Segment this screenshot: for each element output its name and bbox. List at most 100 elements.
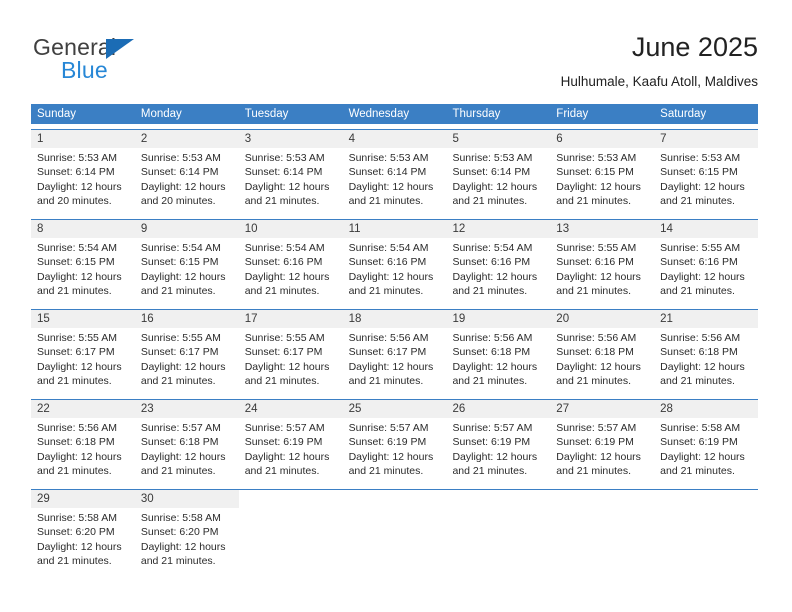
day-cell[interactable]: 25 Sunrise: 5:57 AM Sunset: 6:19 PM Dayl… bbox=[342, 400, 447, 484]
day-cell[interactable]: 7 Sunrise: 5:53 AM Sunset: 6:15 PM Dayli… bbox=[654, 130, 759, 214]
day-details: Sunrise: 5:53 AM Sunset: 6:15 PM Dayligh… bbox=[654, 148, 758, 208]
day-number bbox=[446, 490, 550, 508]
day-details: Sunrise: 5:57 AM Sunset: 6:19 PM Dayligh… bbox=[239, 418, 343, 478]
sunrise-text: Sunrise: 5:55 AM bbox=[660, 242, 741, 254]
day-number: 7 bbox=[654, 130, 759, 148]
sunrise-text: Sunrise: 5:55 AM bbox=[140, 332, 221, 344]
sunrise-text: Sunrise: 5:57 AM bbox=[140, 422, 221, 434]
daylight-text-line1: Daylight: 12 hours bbox=[348, 270, 434, 283]
day-details: Sunrise: 5:58 AM Sunset: 6:20 PM Dayligh… bbox=[135, 508, 239, 568]
day-cell[interactable]: 11 Sunrise: 5:54 AM Sunset: 6:16 PM Dayl… bbox=[342, 220, 447, 304]
sunset-text: Sunset: 6:15 PM bbox=[556, 166, 634, 179]
day-cell[interactable]: 6 Sunrise: 5:53 AM Sunset: 6:15 PM Dayli… bbox=[550, 130, 655, 214]
sunrise-text: Sunrise: 5:54 AM bbox=[244, 242, 325, 254]
sunrise-text: Sunrise: 5:53 AM bbox=[556, 152, 637, 164]
weekday-header-tuesday: Tuesday bbox=[244, 108, 289, 120]
sunset-text: Sunset: 6:18 PM bbox=[37, 436, 115, 449]
day-cell[interactable]: 8 Sunrise: 5:54 AM Sunset: 6:15 PM Dayli… bbox=[31, 220, 135, 304]
sunset-text: Sunset: 6:15 PM bbox=[37, 256, 115, 269]
day-details: Sunrise: 5:57 AM Sunset: 6:19 PM Dayligh… bbox=[550, 418, 654, 478]
day-cell[interactable]: 1 Sunrise: 5:53 AM Sunset: 6:14 PM Dayli… bbox=[31, 130, 135, 214]
day-number: 10 bbox=[238, 220, 343, 238]
daylight-text-line2: and 21 minutes. bbox=[452, 374, 528, 387]
day-cell[interactable]: 3 Sunrise: 5:53 AM Sunset: 6:14 PM Dayli… bbox=[238, 130, 343, 214]
daylight-text-line1: Daylight: 12 hours bbox=[556, 270, 641, 283]
day-cell[interactable]: 15 Sunrise: 5:55 AM Sunset: 6:17 PM Dayl… bbox=[31, 310, 135, 394]
day-cell[interactable]: 2 Sunrise: 5:53 AM Sunset: 6:14 PM Dayli… bbox=[134, 130, 239, 214]
daylight-text-line1: Daylight: 12 hours bbox=[37, 540, 122, 553]
sunset-text: Sunset: 6:19 PM bbox=[452, 436, 531, 449]
sunrise-text: Sunrise: 5:55 AM bbox=[244, 332, 325, 344]
day-cell[interactable]: 4 Sunrise: 5:53 AM Sunset: 6:14 PM Dayli… bbox=[342, 130, 447, 214]
sunrise-text: Sunrise: 5:57 AM bbox=[452, 422, 533, 434]
sunrise-text: Sunrise: 5:53 AM bbox=[140, 152, 221, 164]
daylight-text-line2: and 20 minutes. bbox=[37, 194, 112, 207]
daylight-text-line1: Daylight: 12 hours bbox=[348, 360, 434, 373]
day-cell[interactable]: 26 Sunrise: 5:57 AM Sunset: 6:19 PM Dayl… bbox=[446, 400, 551, 484]
weekday-header-sunday: Sunday bbox=[37, 108, 77, 120]
page-title: June 2025 bbox=[631, 32, 758, 62]
page-header: General Blue June 2025 Hulhumale, Kaafu … bbox=[0, 0, 792, 100]
daylight-text-line1: Daylight: 12 hours bbox=[348, 180, 434, 193]
day-cell[interactable]: 18 Sunrise: 5:56 AM Sunset: 6:17 PM Dayl… bbox=[342, 310, 447, 394]
sunrise-text: Sunrise: 5:55 AM bbox=[37, 332, 117, 344]
sunrise-text: Sunrise: 5:56 AM bbox=[660, 332, 741, 344]
sunrise-text: Sunrise: 5:54 AM bbox=[140, 242, 221, 254]
day-cell[interactable]: 13 Sunrise: 5:55 AM Sunset: 6:16 PM Dayl… bbox=[550, 220, 655, 304]
day-details: Sunrise: 5:57 AM Sunset: 6:19 PM Dayligh… bbox=[343, 418, 447, 478]
sunset-text: Sunset: 6:18 PM bbox=[660, 346, 738, 359]
generalblue-logo[interactable]: General Blue bbox=[33, 34, 213, 86]
day-number: 6 bbox=[550, 130, 655, 148]
day-cell[interactable]: 22 Sunrise: 5:56 AM Sunset: 6:18 PM Dayl… bbox=[31, 400, 135, 484]
sunrise-text: Sunrise: 5:56 AM bbox=[556, 332, 637, 344]
sunrise-text: Sunrise: 5:54 AM bbox=[348, 242, 429, 254]
day-cell[interactable]: 17 Sunrise: 5:55 AM Sunset: 6:17 PM Dayl… bbox=[238, 310, 343, 394]
daylight-text-line1: Daylight: 12 hours bbox=[140, 540, 226, 553]
day-cell[interactable]: 12 Sunrise: 5:54 AM Sunset: 6:16 PM Dayl… bbox=[446, 220, 551, 304]
daylight-text-line2: and 21 minutes. bbox=[244, 464, 320, 477]
day-number bbox=[239, 490, 343, 508]
day-cell-empty bbox=[654, 490, 758, 574]
day-details: Sunrise: 5:54 AM Sunset: 6:15 PM Dayligh… bbox=[135, 238, 239, 298]
day-cell[interactable]: 19 Sunrise: 5:56 AM Sunset: 6:18 PM Dayl… bbox=[446, 310, 551, 394]
sunrise-text: Sunrise: 5:56 AM bbox=[348, 332, 429, 344]
sunset-text: Sunset: 6:19 PM bbox=[244, 436, 323, 449]
day-cell[interactable]: 5 Sunrise: 5:53 AM Sunset: 6:14 PM Dayli… bbox=[446, 130, 551, 214]
daylight-text-line2: and 21 minutes. bbox=[348, 464, 424, 477]
day-cell[interactable]: 21 Sunrise: 5:56 AM Sunset: 6:18 PM Dayl… bbox=[654, 310, 759, 394]
sunset-text: Sunset: 6:15 PM bbox=[660, 166, 738, 179]
day-cell[interactable]: 24 Sunrise: 5:57 AM Sunset: 6:19 PM Dayl… bbox=[238, 400, 343, 484]
day-cell[interactable]: 27 Sunrise: 5:57 AM Sunset: 6:19 PM Dayl… bbox=[550, 400, 655, 484]
day-cell[interactable]: 16 Sunrise: 5:55 AM Sunset: 6:17 PM Dayl… bbox=[134, 310, 239, 394]
day-cell[interactable]: 28 Sunrise: 5:58 AM Sunset: 6:19 PM Dayl… bbox=[654, 400, 759, 484]
day-number: 17 bbox=[238, 310, 343, 328]
daylight-text-line1: Daylight: 12 hours bbox=[660, 180, 745, 193]
daylight-text-line2: and 21 minutes. bbox=[556, 464, 632, 477]
daylight-text-line1: Daylight: 12 hours bbox=[660, 360, 745, 373]
daylight-text-line2: and 21 minutes. bbox=[556, 284, 632, 297]
daylight-text-line1: Daylight: 12 hours bbox=[37, 180, 122, 193]
day-cell[interactable]: 29 Sunrise: 5:58 AM Sunset: 6:20 PM Dayl… bbox=[31, 490, 135, 574]
calendar-page: General Blue June 2025 Hulhumale, Kaafu … bbox=[0, 0, 792, 612]
sunrise-text: Sunrise: 5:54 AM bbox=[452, 242, 533, 254]
daylight-text-line2: and 21 minutes. bbox=[348, 284, 424, 297]
day-cell[interactable]: 30 Sunrise: 5:58 AM Sunset: 6:20 PM Dayl… bbox=[134, 490, 239, 574]
daylight-text-line2: and 21 minutes. bbox=[660, 284, 735, 297]
day-number bbox=[550, 490, 654, 508]
day-cell[interactable]: 23 Sunrise: 5:57 AM Sunset: 6:18 PM Dayl… bbox=[134, 400, 239, 484]
sunrise-text: Sunrise: 5:57 AM bbox=[556, 422, 637, 434]
sunrise-text: Sunrise: 5:58 AM bbox=[660, 422, 741, 434]
day-cell[interactable]: 9 Sunrise: 5:54 AM Sunset: 6:15 PM Dayli… bbox=[134, 220, 239, 304]
daylight-text-line2: and 21 minutes. bbox=[348, 374, 424, 387]
day-number: 14 bbox=[654, 220, 759, 238]
sunset-text: Sunset: 6:16 PM bbox=[556, 256, 634, 269]
day-details: Sunrise: 5:56 AM Sunset: 6:17 PM Dayligh… bbox=[343, 328, 447, 388]
day-details: Sunrise: 5:55 AM Sunset: 6:17 PM Dayligh… bbox=[239, 328, 343, 388]
sunrise-text: Sunrise: 5:58 AM bbox=[140, 512, 221, 524]
day-cell[interactable]: 10 Sunrise: 5:54 AM Sunset: 6:16 PM Dayl… bbox=[238, 220, 343, 304]
day-cell[interactable]: 14 Sunrise: 5:55 AM Sunset: 6:16 PM Dayl… bbox=[654, 220, 759, 304]
day-cell[interactable]: 20 Sunrise: 5:56 AM Sunset: 6:18 PM Dayl… bbox=[550, 310, 655, 394]
day-number: 5 bbox=[446, 130, 551, 148]
sunrise-text: Sunrise: 5:53 AM bbox=[37, 152, 117, 164]
day-details: Sunrise: 5:58 AM Sunset: 6:20 PM Dayligh… bbox=[31, 508, 135, 568]
